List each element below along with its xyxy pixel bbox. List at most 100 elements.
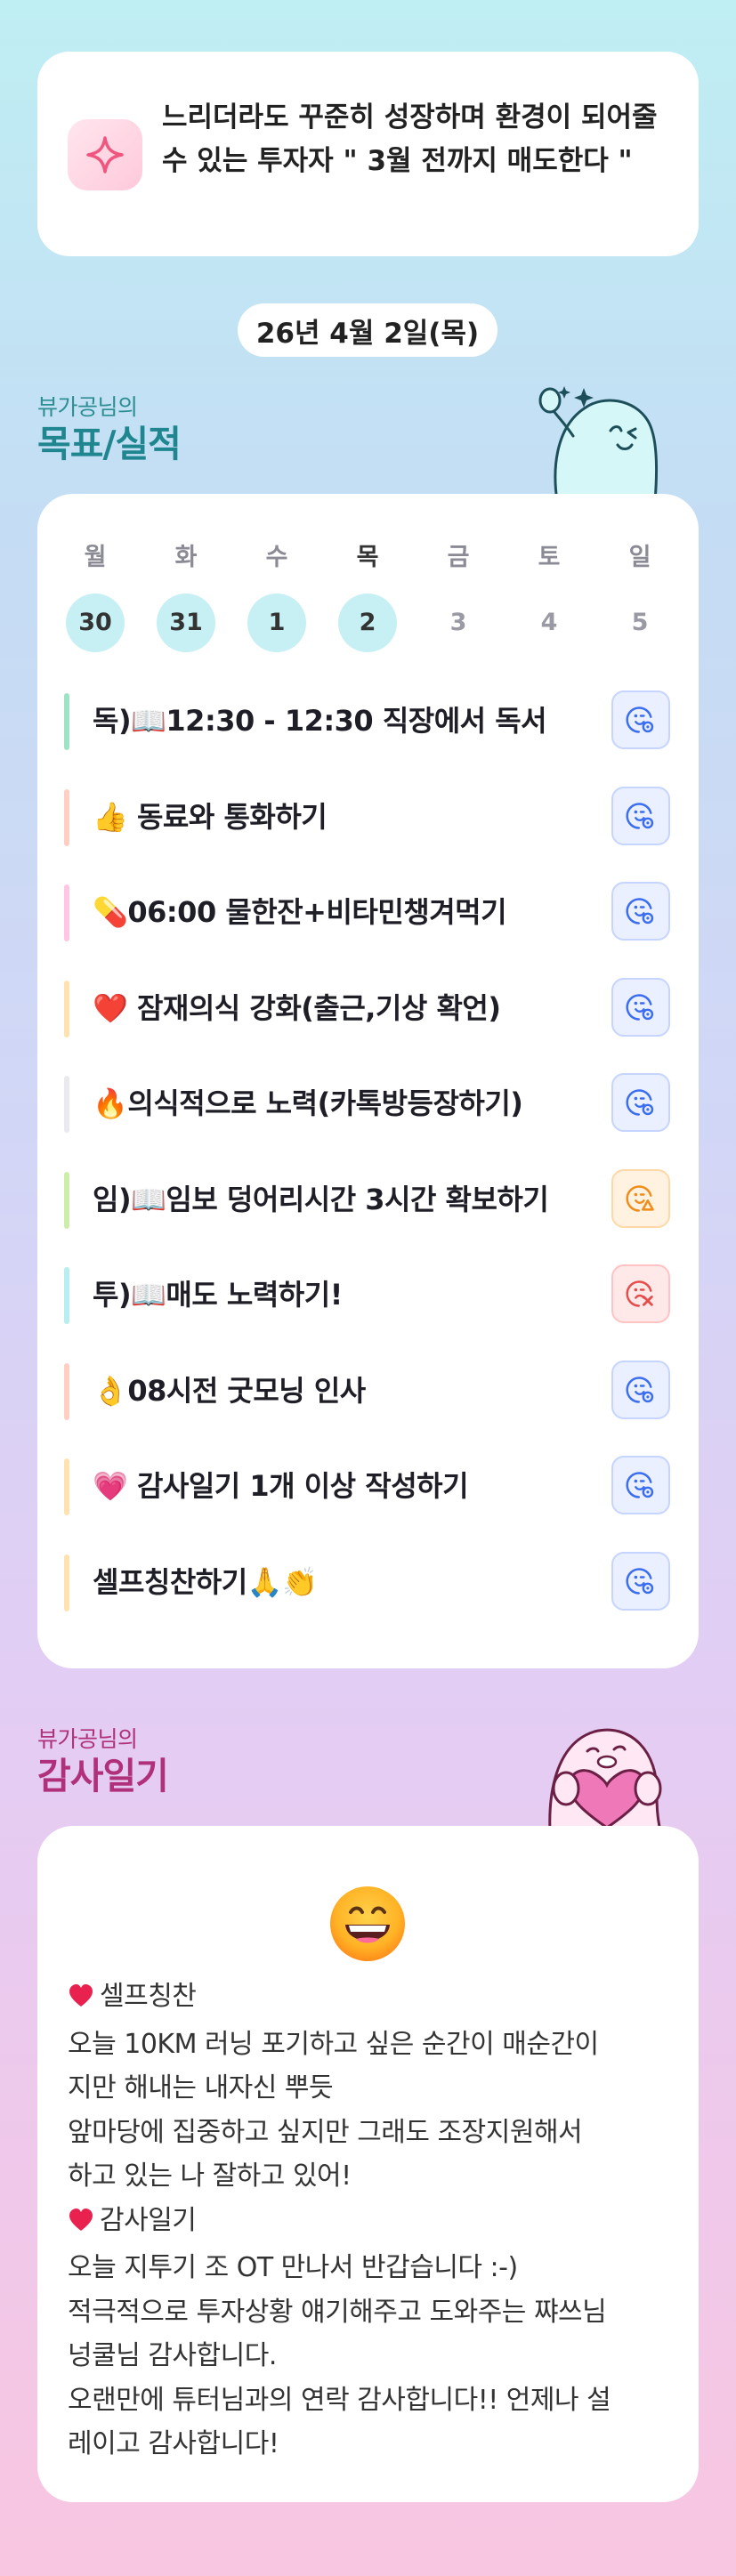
diary-line-text: 오늘 10KM 러닝 포기하고 싶은 순간이 매순간이 <box>68 2028 599 2060</box>
day-thu[interactable]: 목 2 <box>336 540 399 652</box>
task-label: 👌08시전 굿모닝 인사 <box>93 1373 366 1408</box>
diary-line-text: 넝쿨님 감사합니다. <box>68 2340 277 2371</box>
task-row[interactable]: 투)📖매도 노력하기! <box>64 1260 672 1329</box>
task-label: 💗 감사일기 1개 이상 작성하기 <box>93 1469 469 1503</box>
diary-entry: 셀프칭찬오늘 10KM 러닝 포기하고 싶은 순간이 매순간이지만 해내는 내자… <box>68 1974 682 2467</box>
task-color-bar <box>64 1171 69 1229</box>
task-row[interactable]: 셀프칭찬하기🙏👏 <box>64 1547 672 1617</box>
diary-line-text: 오늘 지투기 조 OT 만나서 반갑습니다 :-) <box>68 2252 518 2283</box>
task-row[interactable]: 🔥의식적으로 노력(카톡방등장하기) <box>64 1069 672 1138</box>
face-status-icon <box>626 1472 654 1498</box>
task-status-ok-button[interactable] <box>611 1551 670 1611</box>
task-color-bar <box>64 884 69 941</box>
day-number: 3 <box>449 609 467 636</box>
day-number: 1 <box>247 594 306 652</box>
day-fri[interactable]: 금 3 <box>427 540 489 652</box>
task-color-bar <box>64 1267 69 1324</box>
diary-line: 하고 있는 나 잘하고 있어! <box>68 2154 682 2199</box>
diary-line: 오늘 지투기 조 OT 만나서 반갑습니다 :-) <box>68 2246 682 2290</box>
day-number: 31 <box>157 594 215 652</box>
grinning-face-icon <box>330 1886 405 1961</box>
diary-heading: 감사일기 <box>68 2199 682 2247</box>
task-status-ok-button[interactable] <box>611 1360 670 1419</box>
task-status-ok-button[interactable] <box>611 1073 670 1132</box>
diary-line-text: 오랜만에 튜터님과의 연락 감사합니다!! 언제나 설 <box>68 2384 611 2416</box>
diary-heading: 셀프칭찬 <box>68 1974 682 2023</box>
diary-line: 적극적으로 투자상황 얘기해주고 도와주는 쨔쓰님 <box>68 2290 682 2335</box>
heart-icon <box>68 1978 94 2023</box>
day-number: 30 <box>66 594 125 652</box>
diary-line-text: 감사일기 <box>100 2204 197 2236</box>
day-number: 2 <box>338 594 397 652</box>
face-status-icon <box>626 1567 654 1595</box>
day-label: 일 <box>628 544 651 571</box>
task-label: 셀프칭찬하기🙏👏 <box>93 1564 318 1599</box>
face-status-icon <box>626 802 654 829</box>
day-label: 금 <box>447 544 470 571</box>
task-row[interactable]: 임)📖임보 덩어리시간 3시간 확보하기 <box>64 1165 672 1234</box>
task-color-bar <box>64 1076 69 1133</box>
task-label: 👍 동료와 통화하기 <box>93 799 328 834</box>
task-label: 🔥의식적으로 노력(카톡방등장하기) <box>93 1086 523 1120</box>
mascot-pink-character <box>548 1728 662 1831</box>
diary-line: 넝쿨님 감사합니다. <box>68 2334 682 2378</box>
mascot-cyan-character <box>538 386 659 501</box>
task-row[interactable]: 💗 감사일기 1개 이상 작성하기 <box>64 1451 672 1521</box>
heart-icon <box>68 2202 94 2247</box>
day-tue[interactable]: 화 31 <box>155 540 217 652</box>
gratitude-diary-card: 셀프칭찬오늘 10KM 러닝 포기하고 싶은 순간이 매순간이지만 해내는 내자… <box>37 1826 699 2502</box>
day-label: 수 <box>265 544 288 571</box>
task-label: 💊06:00 물한잔+비타민챙겨먹기 <box>93 895 507 929</box>
current-date[interactable]: 26년 4월 2일(목) <box>238 303 497 357</box>
task-color-bar <box>64 788 69 846</box>
face-status-icon <box>626 993 654 1021</box>
task-color-bar <box>64 693 69 750</box>
task-color-bar <box>64 980 69 1038</box>
gratitude-section-title: 감사일기 <box>37 1755 169 1797</box>
task-color-bar <box>64 1362 69 1420</box>
day-label: 목 <box>356 544 379 571</box>
day-wed[interactable]: 수 1 <box>246 540 308 652</box>
task-label: ❤️ 잠재의식 강화(출근,기상 확언) <box>93 990 501 1025</box>
diary-line-text: 하고 있는 나 잘하고 있어! <box>68 2160 352 2192</box>
goals-card: 월 30 화 31 수 1 목 2 금 3 토 4 일 5 독)📖12:30 -… <box>37 494 699 1668</box>
face-status-icon <box>626 707 654 733</box>
task-row[interactable]: ❤️ 잠재의식 강화(출근,기상 확언) <box>64 973 672 1043</box>
task-status-ok-button[interactable] <box>611 786 670 845</box>
diary-line-text: 적극적으로 투자상황 얘기해주고 도와주는 쨔쓰님 <box>68 2296 607 2328</box>
day-number: 4 <box>540 609 558 636</box>
task-status-ok-button[interactable] <box>611 1456 670 1514</box>
face-status-icon <box>626 1280 653 1307</box>
task-label: 임)📖임보 덩어리시간 3시간 확보하기 <box>93 1182 549 1216</box>
diary-line: 오늘 10KM 러닝 포기하고 싶은 순간이 매순간이 <box>68 2023 682 2067</box>
day-label: 화 <box>174 544 198 571</box>
task-status-warn-button[interactable] <box>611 1168 670 1228</box>
task-row[interactable]: 👍 동료와 통화하기 <box>64 782 672 852</box>
face-status-icon <box>626 1089 654 1116</box>
task-status-ok-button[interactable] <box>611 882 670 941</box>
day-mon[interactable]: 월 30 <box>64 540 126 652</box>
day-sun[interactable]: 일 5 <box>609 540 671 652</box>
goal-card: 느리더라도 꾸준히 성장하며 환경이 되어줄 수 있는 투자자 " 3월 전까지… <box>37 52 699 256</box>
face-status-icon <box>626 1376 654 1403</box>
diary-line-text: 앞마당에 집중하고 싶지만 그래도 조장지원해서 <box>68 2116 583 2148</box>
sparkle-icon <box>68 119 142 190</box>
diary-line-text: 지만 해내는 내자신 뿌듯 <box>68 2072 334 2104</box>
task-row[interactable]: 독)📖12:30 - 12:30 직장에서 독서 <box>64 686 672 755</box>
task-status-ok-button[interactable] <box>611 977 670 1037</box>
diary-line-text: 셀프칭찬 <box>100 1981 197 2012</box>
task-status-fail-button[interactable] <box>611 1264 670 1323</box>
day-label: 월 <box>84 544 107 571</box>
diary-line: 앞마당에 집중하고 싶지만 그래도 조장지원해서 <box>68 2111 682 2155</box>
diary-line-text: 레이고 감사합니다! <box>68 2428 279 2459</box>
task-color-bar <box>64 1554 69 1611</box>
week-calendar: 월 30 화 31 수 1 목 2 금 3 토 4 일 5 <box>64 540 672 656</box>
diary-line: 오랜만에 튜터님과의 연락 감사합니다!! 언제나 설 <box>68 2378 682 2423</box>
task-row[interactable]: 💊06:00 물한잔+비타민챙겨먹기 <box>64 877 672 947</box>
task-status-ok-button[interactable] <box>611 690 670 749</box>
goal-statement: 느리더라도 꾸준히 성장하며 환경이 되어줄 수 있는 투자자 " 3월 전까지… <box>162 101 658 177</box>
task-row[interactable]: 👌08시전 굿모닝 인사 <box>64 1356 672 1425</box>
day-sat[interactable]: 토 4 <box>518 540 580 652</box>
goals-section-title: 목표/실적 <box>37 423 182 465</box>
day-number: 5 <box>631 609 649 636</box>
